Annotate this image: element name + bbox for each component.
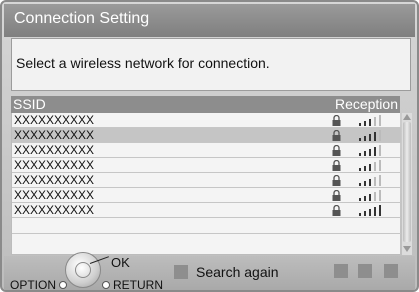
signal-bar bbox=[364, 211, 366, 216]
signal-bar bbox=[374, 192, 376, 201]
signal-bar bbox=[379, 115, 381, 126]
network-row[interactable]: XXXXXXXXXX bbox=[12, 188, 401, 203]
ssid-column-header: SSID bbox=[13, 96, 46, 112]
search-again-label: Search again bbox=[196, 264, 279, 280]
lock-icon bbox=[332, 145, 341, 156]
lock-icon bbox=[332, 175, 341, 186]
color-key-button-2[interactable] bbox=[358, 264, 372, 278]
connection-setting-screen: Connection Setting Select a wireless net… bbox=[0, 0, 419, 292]
signal-strength-icon bbox=[359, 115, 381, 126]
signal-bar bbox=[379, 190, 381, 201]
signal-bar bbox=[359, 198, 361, 201]
signal-bar bbox=[364, 181, 366, 186]
signal-bar bbox=[374, 117, 376, 126]
signal-bar bbox=[369, 134, 371, 141]
signal-bar bbox=[374, 207, 376, 216]
network-list: XXXXXXXXXX XXXXXXXXXX XXXXXXXXXX XXXXXXX… bbox=[11, 113, 401, 255]
color-key-button-1[interactable] bbox=[334, 264, 348, 278]
lock-icon bbox=[332, 205, 341, 216]
signal-bar bbox=[369, 209, 371, 216]
network-row[interactable]: XXXXXXXXXX bbox=[12, 158, 401, 173]
signal-strength-icon bbox=[359, 190, 381, 201]
signal-bar bbox=[364, 196, 366, 201]
color-key-button-3[interactable] bbox=[384, 264, 398, 278]
signal-bar bbox=[359, 138, 361, 141]
signal-bar bbox=[374, 162, 376, 171]
signal-strength-icon bbox=[359, 145, 381, 156]
list-divider bbox=[12, 233, 401, 234]
network-row[interactable]: XXXXXXXXXX bbox=[12, 128, 401, 143]
signal-strength-icon bbox=[359, 130, 381, 141]
signal-strength-icon bbox=[359, 205, 381, 216]
signal-strength-icon bbox=[359, 160, 381, 171]
signal-bar bbox=[369, 164, 371, 171]
network-list-header: SSID Reception bbox=[11, 96, 400, 113]
network-row[interactable]: XXXXXXXXXX bbox=[12, 143, 401, 158]
signal-bar bbox=[379, 145, 381, 156]
signal-bar bbox=[359, 123, 361, 126]
network-list-scrollbar[interactable] bbox=[402, 113, 412, 255]
reception-column-header: Reception bbox=[334, 96, 398, 112]
signal-bar bbox=[359, 213, 361, 216]
dialog-title: Connection Setting bbox=[4, 4, 415, 37]
search-again-button[interactable]: Search again bbox=[174, 264, 279, 280]
color-key-icon bbox=[174, 265, 188, 279]
signal-bar bbox=[369, 149, 371, 156]
scroll-thumb[interactable] bbox=[403, 122, 411, 242]
signal-bar bbox=[374, 147, 376, 156]
network-row[interactable]: XXXXXXXXXX bbox=[12, 173, 401, 188]
lock-icon bbox=[332, 160, 341, 171]
navigation-pad-icon[interactable] bbox=[65, 252, 101, 288]
signal-strength-icon bbox=[359, 175, 381, 186]
network-ssid: XXXXXXXXXX bbox=[14, 128, 95, 142]
signal-bar bbox=[374, 177, 376, 186]
signal-bar bbox=[379, 160, 381, 171]
signal-bar bbox=[359, 153, 361, 156]
network-row[interactable]: XXXXXXXXXX bbox=[12, 113, 401, 128]
signal-bar bbox=[379, 175, 381, 186]
network-ssid: XXXXXXXXXX bbox=[14, 113, 95, 127]
signal-bar bbox=[379, 205, 381, 216]
network-ssid: XXXXXXXXXX bbox=[14, 173, 95, 187]
lock-icon bbox=[332, 130, 341, 141]
signal-bar bbox=[364, 136, 366, 141]
signal-bar bbox=[364, 151, 366, 156]
signal-bar bbox=[364, 121, 366, 126]
signal-bar bbox=[369, 194, 371, 201]
network-row[interactable]: XXXXXXXXXX bbox=[12, 203, 401, 218]
signal-bar bbox=[379, 130, 381, 141]
signal-bar bbox=[359, 168, 361, 171]
scroll-up-arrow-icon[interactable] bbox=[403, 114, 411, 120]
signal-bar bbox=[374, 132, 376, 141]
scroll-down-arrow-icon[interactable] bbox=[403, 246, 411, 252]
network-ssid: XXXXXXXXXX bbox=[14, 188, 95, 202]
instruction-message: Select a wireless network for connection… bbox=[11, 38, 411, 91]
return-dot-icon bbox=[102, 281, 110, 289]
signal-bar bbox=[369, 179, 371, 186]
option-button[interactable]: OPTION bbox=[10, 278, 56, 292]
signal-bar bbox=[364, 166, 366, 171]
lock-icon bbox=[332, 190, 341, 201]
option-dot-icon bbox=[59, 281, 67, 289]
signal-bar bbox=[369, 119, 371, 126]
return-button[interactable]: RETURN bbox=[113, 278, 163, 292]
lock-icon bbox=[332, 115, 341, 126]
signal-bar bbox=[359, 183, 361, 186]
network-ssid: XXXXXXXXXX bbox=[14, 143, 95, 157]
network-ssid: XXXXXXXXXX bbox=[14, 158, 95, 172]
ok-label: OK bbox=[111, 255, 130, 270]
network-ssid: XXXXXXXXXX bbox=[14, 203, 95, 217]
ok-button-icon[interactable] bbox=[75, 262, 91, 278]
